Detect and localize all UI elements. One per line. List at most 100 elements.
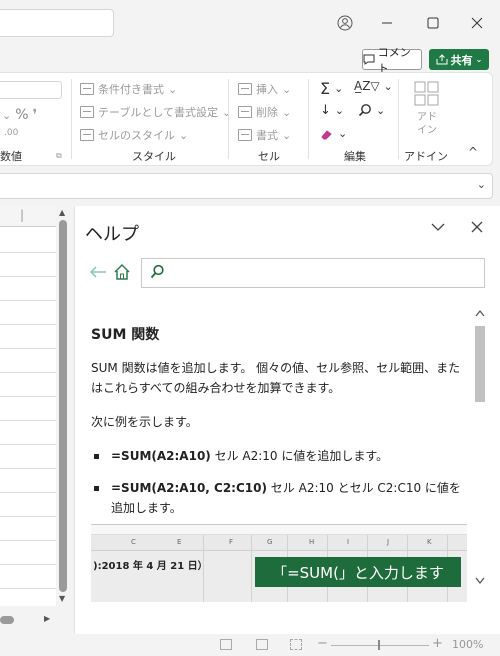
ribbon-separator: [228, 79, 229, 159]
zoom-out-icon[interactable]: −: [317, 636, 328, 651]
column-label: H: [309, 538, 315, 546]
conditional-format-label: 条件付き書式: [98, 83, 164, 96]
format-as-table-button[interactable]: テーブルとして書式設定 ⌄: [80, 104, 231, 120]
scrollbar-thumb[interactable]: [475, 326, 485, 402]
help-pane: ヘルプ SUM 関数 SUM 関数は値を追加します。 個々の値、セル参照、セル範…: [74, 206, 500, 634]
sheet-vertical-scrollbar[interactable]: ▲ ▼: [56, 206, 70, 606]
grid-line: [0, 516, 56, 517]
addins-group-label: アドイン: [404, 150, 448, 163]
grid-line: [0, 588, 56, 589]
grid-line: [0, 348, 56, 349]
search-box[interactable]: [0, 9, 114, 37]
normal-view-icon[interactable]: [220, 639, 232, 650]
scroll-up-icon[interactable]: ▲: [59, 208, 65, 217]
chevron-up-icon[interactable]: [475, 306, 485, 320]
scroll-down-icon[interactable]: ▼: [59, 594, 65, 603]
addins-button-label[interactable]: アド イン: [416, 111, 438, 137]
formula-text: =SUM(A2:A10): [111, 449, 211, 463]
decimal-button[interactable]: .00: [4, 128, 18, 138]
article-intro: SUM 関数は値を追加します。 個々の値、セル参照、セル範囲、またはこれらすべて…: [91, 361, 461, 395]
addins-group: アド イン アドイン: [402, 73, 456, 167]
chevron-down-icon[interactable]: [431, 220, 445, 236]
percent-button[interactable]: ⌄% ❜: [2, 107, 37, 123]
maximize-icon[interactable]: [422, 12, 444, 34]
editing-group: Σ ⌄ A̲Z▽ ⌄ ↓ ⌄ ⌄ ⌄ 編集: [312, 73, 396, 167]
page-layout-icon[interactable]: [256, 639, 268, 650]
collapse-ribbon-icon[interactable]: ^: [468, 145, 478, 159]
insert-label: 挿入: [256, 83, 278, 96]
search-icon: [358, 104, 371, 117]
zoom-slider[interactable]: [331, 645, 429, 646]
format-icon: [238, 129, 252, 141]
grid-line: [0, 564, 56, 565]
conditional-format-icon: [80, 83, 94, 95]
zoom-slider-knob[interactable]: [378, 640, 380, 650]
close-icon[interactable]: [471, 218, 483, 237]
comment-button[interactable]: コメント: [362, 46, 422, 75]
cell-styles-button[interactable]: セルのスタイル ⌄: [80, 127, 188, 143]
grid-line: [0, 396, 56, 397]
table-icon: [80, 106, 94, 118]
scrollbar-thumb[interactable]: [59, 220, 67, 592]
insert-button[interactable]: 挿入 ⌄: [238, 81, 291, 97]
ribbon-separator: [71, 79, 72, 159]
title-bar: [0, 0, 500, 46]
share-button[interactable]: 共有 ⌄: [429, 49, 489, 70]
zoom-in-icon[interactable]: +: [432, 636, 443, 651]
status-bar: − + 100%: [0, 634, 500, 656]
grid-line: [0, 324, 56, 325]
close-icon[interactable]: [466, 12, 488, 34]
number-group: ⌄% ❜ .00 数値 ⧉: [0, 73, 70, 167]
autosum-button[interactable]: Σ ⌄: [320, 79, 343, 98]
sort-filter-icon: A̲Z▽: [354, 79, 380, 93]
column-header: |: [0, 206, 56, 227]
screenshot-toolbar: [91, 525, 467, 535]
delete-button[interactable]: 削除 ⌄: [238, 104, 291, 120]
style-group-label: スタイル: [132, 150, 176, 163]
help-search-input[interactable]: [141, 258, 485, 288]
grid-line: [0, 276, 56, 277]
fill-button[interactable]: ↓ ⌄: [320, 103, 344, 118]
find-select-button[interactable]: ⌄: [358, 103, 385, 117]
grid-line: [0, 468, 56, 469]
conditional-format-button[interactable]: 条件付き書式 ⌄: [80, 81, 177, 97]
addins-grid-icon[interactable]: [414, 81, 440, 107]
format-as-table-label: テーブルとして書式設定: [98, 106, 219, 119]
home-icon[interactable]: [113, 263, 131, 281]
ribbon: ⌄% ❜ .00 数値 ⧉ 条件付き書式 ⌄ テーブルとして書式設定 ⌄ セルのスタイ…: [0, 72, 493, 166]
share-icon: [436, 54, 448, 65]
sort-filter-button[interactable]: A̲Z▽ ⌄: [354, 79, 393, 93]
grid-line: [0, 420, 56, 421]
scroll-right-icon[interactable]: ▶: [44, 614, 50, 623]
share-label: 共有: [450, 53, 473, 67]
editing-group-label: 編集: [344, 150, 366, 163]
page-break-preview-icon[interactable]: [290, 639, 302, 650]
formula-bar[interactable]: ⌄: [0, 173, 493, 199]
grid-line: [0, 300, 56, 301]
worksheet-grid[interactable]: |: [0, 206, 56, 606]
fill-down-icon: ↓: [320, 103, 331, 118]
column-label: F: [229, 538, 234, 546]
person-icon[interactable]: [334, 12, 356, 34]
number-format-dropdown[interactable]: [0, 81, 62, 99]
dialog-launcher-icon[interactable]: ⧉: [56, 151, 62, 161]
back-arrow-icon[interactable]: [89, 263, 107, 284]
example-lead: 次に例を示します。: [91, 415, 198, 429]
formula-description: セル A2:10 に値を追加します。: [210, 449, 389, 463]
column-label: C: [131, 538, 136, 546]
minimize-icon[interactable]: [376, 12, 398, 34]
expand-formula-icon[interactable]: ⌄: [477, 178, 486, 191]
zoom-level[interactable]: 100%: [452, 638, 483, 651]
format-button[interactable]: 書式 ⌄: [238, 127, 291, 143]
list-item: =SUM(A2:A10) セル A2:10 に値を追加します。: [91, 446, 461, 466]
ribbon-separator: [398, 79, 399, 159]
chevron-down-icon[interactable]: [475, 574, 485, 588]
help-pane-title: ヘルプ: [85, 224, 139, 245]
style-group: 条件付き書式 ⌄ テーブルとして書式設定 ⌄ セルのスタイル ⌄ スタイル: [76, 73, 231, 167]
screenshot-callout-banner: 「=SUM(」と入力します: [255, 557, 461, 587]
column-label: J: [387, 538, 390, 546]
help-vertical-scrollbar[interactable]: [473, 306, 487, 596]
column-label: I: [347, 538, 350, 546]
horizontal-scrollbar-thumb[interactable]: [0, 616, 14, 624]
clear-button[interactable]: ⌄: [320, 127, 347, 140]
